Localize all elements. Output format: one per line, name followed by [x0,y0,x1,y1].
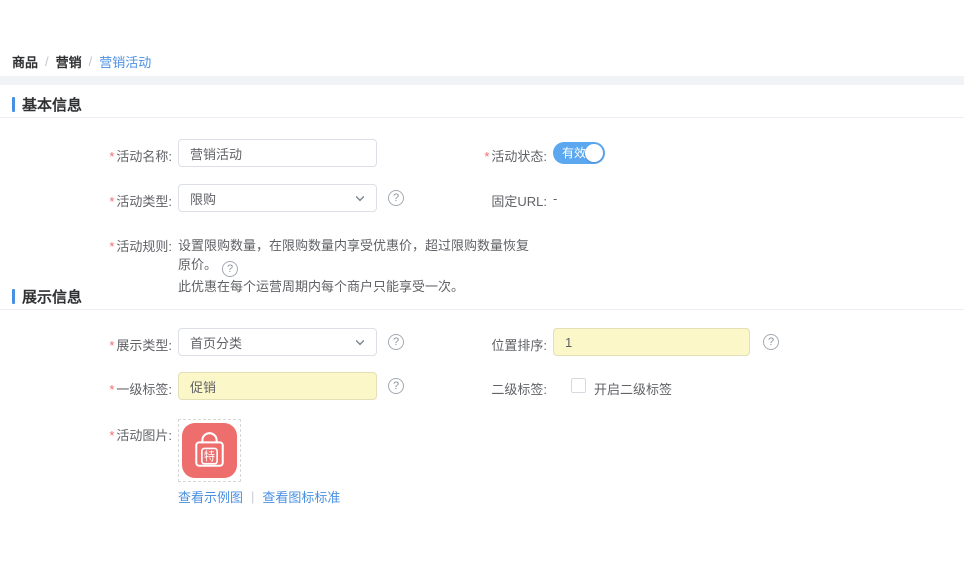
toggle-on-label: 有效 [562,146,587,160]
section-accent-bar [12,289,15,304]
primary-tag-help-icon[interactable]: ? [388,378,404,394]
display-type-select[interactable]: 首页分类 [178,328,377,356]
activity-type-help-icon[interactable]: ? [388,190,404,206]
page-divider [0,76,964,85]
required-mark: * [109,239,115,254]
activity-status-label: * 活动状态: [484,149,547,164]
primary-tag-input[interactable] [178,372,377,400]
section-title: 展示信息 [22,289,83,306]
section-header-basic-info: 基本信息 [0,92,964,118]
activity-image-uploader[interactable]: 特 [178,419,241,482]
secondary-tag-checkbox[interactable] [571,378,586,393]
required-mark: * [109,149,115,164]
required-mark: * [484,149,490,164]
activity-image-label: * 活动图片: [109,428,172,443]
shopping-bag-icon: 特 [195,432,224,467]
secondary-tag-checkbox-label: 开启二级标签 [594,382,673,397]
svg-text:特: 特 [204,449,215,463]
activity-type-select[interactable]: 限购 [178,184,377,212]
secondary-tag-label: 二级标签: [491,382,547,397]
display-type-value: 首页分类 [190,335,243,351]
breadcrumb-separator: / [88,54,93,69]
activity-type-value: 限购 [190,191,217,207]
section-accent-bar [12,97,15,112]
display-type-help-icon[interactable]: ? [388,334,404,350]
activity-image-preview: 特 [182,423,237,478]
chevron-down-icon [355,192,365,202]
breadcrumb-separator: / [45,54,49,69]
activity-name-label: * 活动名称: [109,149,172,164]
marketing-activity-page: 商品 / 营销 / 营销活动 基本信息 *活动名称: *活动状态: 有效 *活动… [0,0,964,565]
breadcrumb: 商品 / 营销 / 营销活动 [12,52,151,71]
chevron-down-icon [355,336,365,346]
required-mark: * [109,338,115,353]
breadcrumb-item-marketing-activity: 营销活动 [99,55,152,70]
activity-name-input[interactable] [178,139,377,167]
section-title: 基本信息 [22,97,83,114]
section-header-display-info: 展示信息 [0,284,964,310]
display-type-label: * 展示类型: [109,338,172,353]
image-links: 查看示例图 | 查看图标标准 [178,487,340,506]
fixed-url-label: 固定URL: [491,194,547,209]
required-mark: * [109,428,115,443]
activity-rule-help-icon[interactable]: ? [222,261,239,277]
position-order-label: 位置排序: [491,338,547,353]
toggle-knob [585,144,603,162]
view-example-link[interactable]: 查看示例图 [178,487,243,506]
position-order-help-icon[interactable]: ? [763,334,779,350]
primary-tag-label: * 一级标签: [109,382,172,397]
required-mark: * [109,194,115,209]
breadcrumb-item-products[interactable]: 商品 [12,52,38,71]
position-order-input[interactable] [553,328,750,356]
fixed-url-value: - [553,191,558,206]
breadcrumb-item-marketing[interactable]: 营销 [56,52,82,71]
activity-rule-label: * 活动规则: [109,239,172,254]
activity-status-toggle[interactable]: 有效 [553,142,605,164]
view-icon-standard-link[interactable]: 查看图标标准 [262,487,340,506]
activity-type-label: * 活动类型: [109,194,172,209]
link-divider: | [251,489,255,504]
required-mark: * [109,382,115,397]
